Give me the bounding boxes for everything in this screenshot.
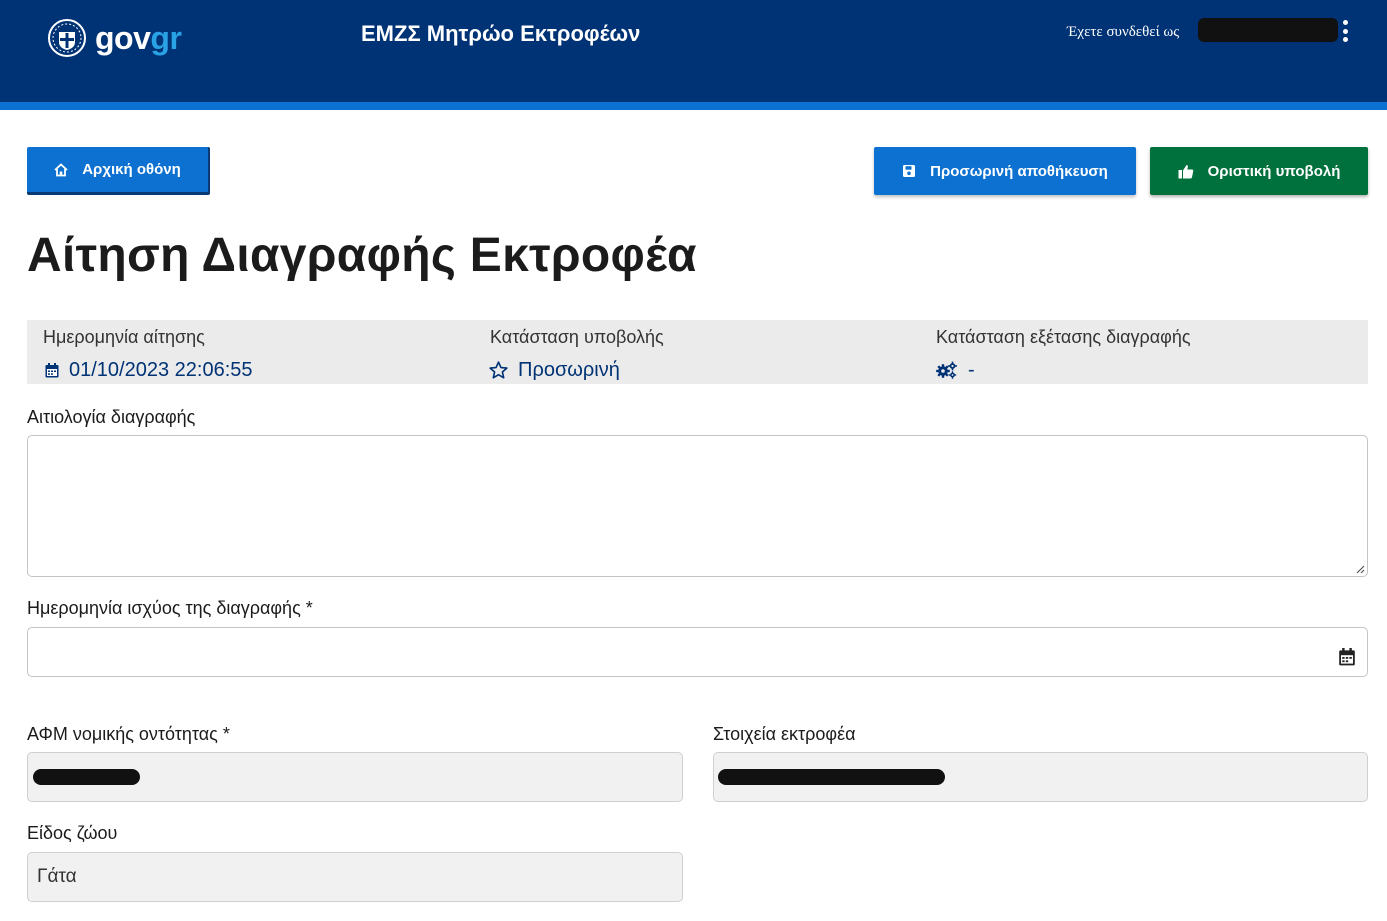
redacted-username — [1198, 18, 1338, 42]
thumbs-up-icon — [1178, 164, 1193, 178]
reason-label: Αιτιολογία διαγραφής — [27, 407, 196, 427]
govgr-wordmark: govgr — [95, 20, 182, 56]
home-button[interactable]: Αρχική οθόνη — [27, 147, 210, 195]
final-submit-label: Οριστική υποβολή — [1207, 162, 1341, 180]
page-title: Αίτηση Διαγραφής Εκτροφέα — [27, 229, 697, 282]
request-date-label: Ημερομηνία αίτησης — [43, 327, 205, 347]
star-outline-icon — [489, 361, 508, 379]
breeder-details-label: Στοιχεία εκτροφέα — [713, 724, 856, 744]
final-submit-button[interactable]: Οριστική υποβολή — [1150, 147, 1368, 195]
effective-date-input[interactable] — [27, 627, 1368, 677]
govgr-logo[interactable]: govgr — [47, 18, 182, 58]
top-header: govgr ΕΜΖΣ Μητρώο Εκτροφέων Έχετε συνδεθ… — [0, 0, 1387, 102]
app-title: ΕΜΖΣ Μητρώο Εκτροφέων — [361, 21, 641, 46]
request-info-band: Ημερομηνία αίτησης 01/10/2023 22:06:55 Κ… — [27, 320, 1368, 384]
logo-gov: gov — [95, 20, 151, 56]
redacted-breeder — [718, 769, 945, 785]
request-date-text: 01/10/2023 22:06:55 — [69, 359, 253, 381]
logo-gr: gr — [150, 20, 182, 56]
request-date-value: 01/10/2023 22:06:55 — [45, 358, 253, 382]
review-status-value: - — [936, 358, 975, 382]
more-menu-icon[interactable] — [1339, 20, 1351, 42]
review-status-text: - — [968, 359, 975, 381]
calendar-picker-icon[interactable] — [1338, 648, 1356, 666]
save-draft-button[interactable]: Προσωρινή αποθήκευση — [874, 147, 1136, 195]
submission-status-label: Κατάσταση υποβολής — [490, 327, 664, 347]
effective-date-label: Ημερομηνία ισχύος της διαγραφής * — [27, 598, 313, 618]
reason-textarea[interactable] — [27, 435, 1368, 577]
save-draft-label: Προσωρινή αποθήκευση — [930, 162, 1108, 180]
species-input: Γάτα — [27, 852, 683, 902]
calendar-icon — [45, 362, 59, 377]
species-label: Είδος ζώου — [27, 823, 118, 843]
afm-label: ΑΦΜ νομικής οντότητας * — [27, 724, 230, 744]
greek-seal-icon — [48, 19, 86, 57]
gears-icon — [936, 361, 957, 379]
breeder-details-input — [713, 752, 1368, 802]
save-icon — [903, 165, 916, 177]
submission-status-value: Προσωρινή — [489, 358, 620, 382]
submission-status-text: Προσωρινή — [518, 359, 620, 381]
header-stripe — [0, 102, 1387, 110]
logged-in-label: Έχετε συνδεθεί ως — [1067, 24, 1180, 40]
resize-grip-icon[interactable] — [1355, 564, 1365, 574]
home-icon — [54, 162, 68, 176]
afm-input — [27, 752, 683, 802]
species-value: Γάτα — [37, 866, 77, 887]
review-status-label: Κατάσταση εξέτασης διαγραφής — [936, 327, 1191, 347]
home-button-label: Αρχική οθόνη — [82, 161, 181, 178]
redacted-afm — [33, 769, 140, 785]
